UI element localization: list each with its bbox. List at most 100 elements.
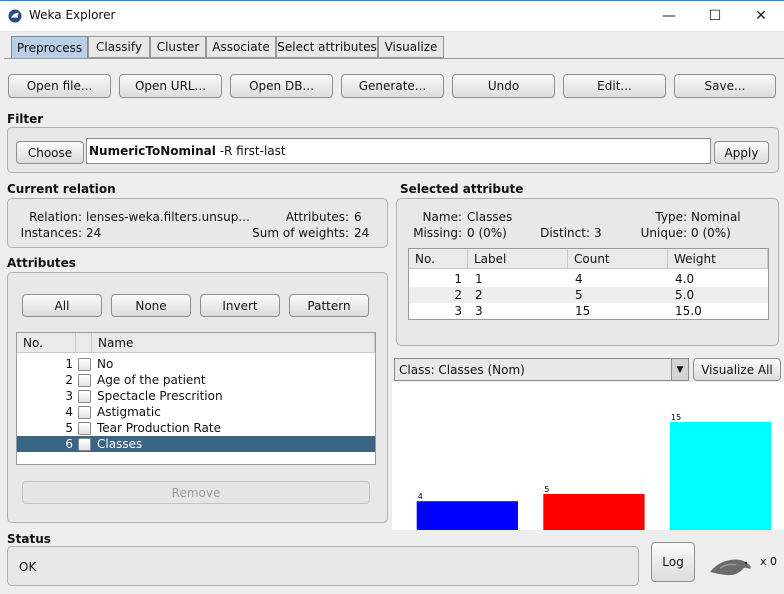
current-relation-label: Current relation	[7, 182, 116, 196]
column-header-name[interactable]: Name	[92, 333, 375, 353]
invert-selection-button[interactable]: Invert	[200, 294, 280, 317]
table-row[interactable]: 2 2 5 5.0	[409, 287, 768, 303]
column-header-check[interactable]	[76, 333, 92, 353]
select-none-button[interactable]: None	[111, 294, 191, 317]
sum-of-weights-value: 24	[354, 226, 370, 240]
table-row[interactable]: 3 Spectacle Prescrition	[17, 388, 375, 404]
status-section-label: Status	[7, 532, 51, 546]
label-count: 4	[575, 272, 583, 286]
label-weight: 5.0	[675, 288, 695, 302]
attr-name-value: Classes	[467, 210, 513, 224]
selected-attribute-label: Selected attribute	[400, 182, 524, 196]
attribute-name: Classes	[97, 437, 143, 451]
attr-type-value: Nominal	[691, 210, 741, 224]
undo-button[interactable]: Undo	[452, 74, 555, 98]
filter-field[interactable]: NumericToNominal -R first-last	[86, 138, 711, 164]
class-dropdown[interactable]: Class: Classes (Nom)	[394, 358, 689, 381]
weka-app-icon	[8, 9, 22, 23]
open-db-button[interactable]: Open DB...	[230, 74, 333, 98]
task-count: x 0	[760, 555, 778, 568]
tab-classify[interactable]: Classify	[88, 36, 150, 58]
label-count: 15	[575, 304, 591, 318]
filter-section-label: Filter	[7, 112, 44, 126]
class-distribution-chart: 4 5 15	[392, 382, 784, 530]
label-value: 1	[475, 272, 483, 286]
pattern-button[interactable]: Pattern	[289, 294, 369, 317]
column-header-no[interactable]: No.	[17, 333, 76, 353]
visualize-all-button[interactable]: Visualize All	[693, 358, 781, 381]
column-header-no[interactable]: No.	[409, 249, 468, 269]
table-row[interactable]: 1 No	[17, 356, 375, 372]
attribute-no: 5	[65, 421, 73, 435]
table-row[interactable]: 2 Age of the patient	[17, 372, 375, 388]
attribute-checkbox[interactable]	[78, 390, 91, 403]
choose-filter-button[interactable]: Choose	[16, 141, 84, 164]
tab-cluster[interactable]: Cluster	[150, 36, 206, 58]
tab-divider	[4, 58, 784, 59]
column-header-count[interactable]: Count	[568, 249, 668, 269]
attr-unique-value: 0 (0%)	[691, 226, 731, 240]
attribute-no: 3	[65, 389, 73, 403]
column-header-label[interactable]: Label	[468, 249, 568, 269]
label-value: 3	[475, 304, 483, 318]
class-dropdown-value: Class: Classes (Nom)	[399, 362, 525, 377]
generate-button[interactable]: Generate...	[341, 74, 444, 98]
attributes-count-label: Attributes:	[285, 210, 349, 224]
label-no: 1	[454, 272, 462, 286]
status-panel	[7, 546, 639, 586]
table-row[interactable]: 5 Tear Production Rate	[17, 420, 375, 436]
label-no: 2	[454, 288, 462, 302]
bar-1	[416, 501, 518, 530]
select-all-button[interactable]: All	[22, 294, 102, 317]
attribute-name: No	[97, 357, 114, 371]
maximize-button[interactable]: ☐	[692, 0, 738, 32]
column-header-weight[interactable]: Weight	[668, 249, 768, 269]
log-button[interactable]: Log	[651, 542, 695, 582]
attribute-checkbox[interactable]	[78, 358, 91, 371]
relation-label: Relation:	[29, 210, 82, 224]
tab-select-attributes[interactable]: Select attributes	[276, 36, 378, 58]
open-url-button[interactable]: Open URL...	[119, 74, 222, 98]
table-row[interactable]: 1 1 4 4.0	[409, 271, 768, 287]
minimize-button[interactable]: —	[646, 0, 692, 32]
minimize-icon: —	[662, 8, 676, 24]
label-value: 2	[475, 288, 483, 302]
attr-unique-label: Unique:	[640, 226, 687, 240]
label-weight: 15.0	[675, 304, 702, 318]
tab-associate[interactable]: Associate	[206, 36, 276, 58]
status-text: OK	[19, 560, 37, 574]
tab-preprocess[interactable]: Preprocess	[11, 36, 88, 59]
open-file-button[interactable]: Open file...	[8, 74, 111, 98]
bar-data-label: 15	[671, 413, 681, 422]
remove-button[interactable]: Remove	[22, 481, 370, 504]
weka-bird-icon	[710, 559, 751, 576]
filter-name: NumericToNominal	[89, 144, 216, 158]
attr-distinct-label: Distinct:	[540, 226, 590, 240]
close-button[interactable]: ✕	[738, 0, 784, 32]
attribute-no: 6	[65, 437, 73, 451]
attr-distinct-value: 3	[594, 226, 602, 240]
attribute-checkbox[interactable]	[78, 438, 91, 451]
close-icon: ✕	[755, 8, 767, 24]
label-count: 5	[575, 288, 583, 302]
chevron-down-icon[interactable]: ▼	[671, 359, 688, 380]
save-button[interactable]: Save...	[674, 74, 776, 98]
attribute-checkbox[interactable]	[78, 406, 91, 419]
attribute-name: Age of the patient	[97, 373, 206, 387]
attributes-table: No. Name 1 No 2 Age of the patient 3 Spe…	[16, 332, 376, 465]
bar-data-label: 4	[418, 492, 423, 501]
tab-visualize[interactable]: Visualize	[378, 36, 444, 58]
attr-missing-label: Missing:	[413, 226, 462, 240]
attribute-checkbox[interactable]	[78, 422, 91, 435]
table-row[interactable]: 4 Astigmatic	[17, 404, 375, 420]
attr-missing-value: 0 (0%)	[467, 226, 507, 240]
table-row-selected[interactable]: 6 Classes	[17, 436, 375, 452]
apply-button[interactable]: Apply	[714, 141, 769, 164]
table-row[interactable]: 3 3 15 15.0	[409, 303, 768, 319]
bar-2	[543, 494, 645, 530]
maximize-icon: ☐	[708, 8, 722, 24]
attribute-checkbox[interactable]	[78, 374, 91, 387]
attributes-section-label: Attributes	[7, 256, 76, 270]
edit-button[interactable]: Edit...	[563, 74, 666, 98]
attribute-name: Astigmatic	[97, 405, 161, 419]
